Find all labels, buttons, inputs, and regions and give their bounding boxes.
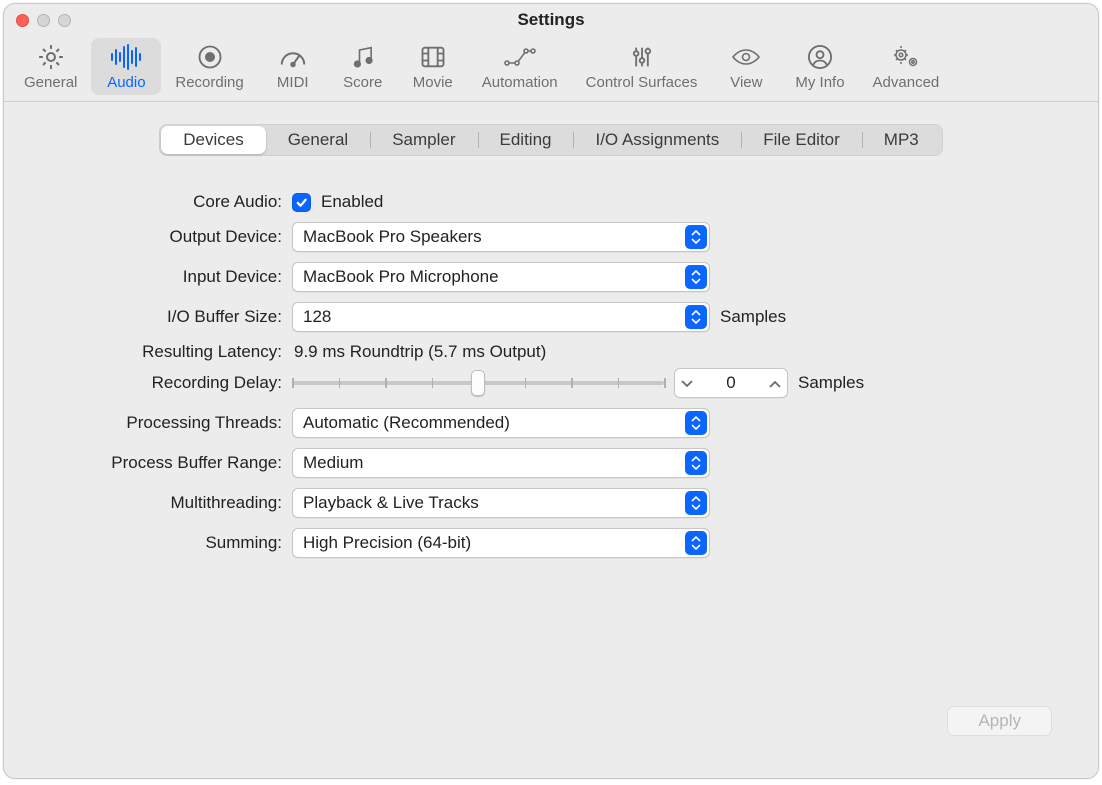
toolbar-label: View	[730, 74, 762, 91]
toolbar-item-movie[interactable]: Movie	[398, 38, 468, 95]
content-area: Devices General Sampler Editing I/O Assi…	[4, 102, 1098, 778]
processing-threads-select[interactable]: Automatic (Recommended)	[292, 408, 710, 438]
subtab-file-editor[interactable]: File Editor	[741, 126, 862, 154]
process-buffer-range-select[interactable]: Medium	[292, 448, 710, 478]
input-device-select[interactable]: MacBook Pro Microphone	[292, 262, 710, 292]
toolbar-item-recording[interactable]: Recording	[161, 38, 257, 95]
select-arrows-icon	[685, 225, 707, 249]
settings-window: Settings General	[3, 3, 1099, 779]
toolbar-item-advanced[interactable]: Advanced	[859, 38, 954, 95]
stepper-up-icon[interactable]	[769, 373, 781, 393]
toolbar-label: General	[24, 74, 77, 91]
core-audio-enabled-label: Enabled	[321, 192, 383, 212]
summing-value: High Precision (64-bit)	[303, 533, 471, 553]
subtab-io-assignments[interactable]: I/O Assignments	[573, 126, 741, 154]
titlebar: Settings	[4, 4, 1098, 36]
toolbar-item-general[interactable]: General	[10, 38, 91, 95]
devices-panel: Core Audio: Enabled Output Device: MacBo…	[26, 146, 1076, 756]
recording-delay-slider[interactable]	[292, 370, 664, 396]
audio-subtabs: Devices General Sampler Editing I/O Assi…	[159, 124, 943, 156]
gear-icon	[34, 42, 68, 72]
toolbar-label: Movie	[413, 74, 453, 91]
waveform-icon	[109, 42, 143, 72]
summing-label: Summing:	[66, 533, 282, 553]
select-arrows-icon	[685, 451, 707, 475]
input-device-value: MacBook Pro Microphone	[303, 267, 499, 287]
gauge-icon	[276, 42, 310, 72]
multithreading-select[interactable]: Playback & Live Tracks	[292, 488, 710, 518]
toolbar-item-score[interactable]: Score	[328, 38, 398, 95]
record-icon	[193, 42, 227, 72]
process-buffer-range-value: Medium	[303, 453, 363, 473]
output-device-label: Output Device:	[66, 227, 282, 247]
film-icon	[416, 42, 450, 72]
samples-suffix: Samples	[798, 373, 864, 393]
recording-delay-label: Recording Delay:	[66, 373, 282, 393]
recording-delay-stepper[interactable]: 0	[674, 368, 788, 398]
recording-delay-value: 0	[711, 373, 751, 393]
notes-icon	[346, 42, 380, 72]
apply-button[interactable]: Apply	[947, 706, 1052, 736]
toolbar-item-audio[interactable]: Audio	[91, 38, 161, 95]
toolbar-label: Score	[343, 74, 382, 91]
toolbar-label: My Info	[795, 74, 844, 91]
person-icon	[803, 42, 837, 72]
io-buffer-size-label: I/O Buffer Size:	[66, 307, 282, 327]
toolbar-item-control-surfaces[interactable]: Control Surfaces	[572, 38, 712, 95]
toolbar-item-my-info[interactable]: My Info	[781, 38, 858, 95]
samples-suffix: Samples	[720, 307, 786, 327]
toolbar-item-automation[interactable]: Automation	[468, 38, 572, 95]
io-buffer-size-select[interactable]: 128	[292, 302, 710, 332]
gears-icon	[889, 42, 923, 72]
process-buffer-range-label: Process Buffer Range:	[66, 453, 282, 473]
input-device-label: Input Device:	[66, 267, 282, 287]
summing-select[interactable]: High Precision (64-bit)	[292, 528, 710, 558]
toolbar-label: Recording	[175, 74, 243, 91]
subtab-general[interactable]: General	[266, 126, 370, 154]
select-arrows-icon	[685, 305, 707, 329]
toolbar-label: Automation	[482, 74, 558, 91]
automation-icon	[503, 42, 537, 72]
io-buffer-size-value: 128	[303, 307, 331, 327]
toolbar-label: MIDI	[277, 74, 309, 91]
output-device-value: MacBook Pro Speakers	[303, 227, 482, 247]
eye-icon	[729, 42, 763, 72]
stepper-down-icon[interactable]	[681, 373, 693, 393]
output-device-select[interactable]: MacBook Pro Speakers	[292, 222, 710, 252]
core-audio-label: Core Audio:	[66, 192, 282, 212]
resulting-latency-label: Resulting Latency:	[66, 342, 282, 362]
select-arrows-icon	[685, 411, 707, 435]
toolbar-label: Control Surfaces	[586, 74, 698, 91]
toolbar-label: Audio	[107, 74, 145, 91]
subtab-mp3[interactable]: MP3	[862, 126, 941, 154]
preferences-toolbar: General Audio	[4, 36, 1098, 102]
select-arrows-icon	[685, 265, 707, 289]
multithreading-label: Multithreading:	[66, 493, 282, 513]
toolbar-item-view[interactable]: View	[711, 38, 781, 95]
multithreading-value: Playback & Live Tracks	[303, 493, 479, 513]
subtab-sampler[interactable]: Sampler	[370, 126, 477, 154]
resulting-latency-value: 9.9 ms Roundtrip (5.7 ms Output)	[292, 342, 546, 362]
processing-threads-label: Processing Threads:	[66, 413, 282, 433]
window-title: Settings	[4, 10, 1098, 30]
select-arrows-icon	[685, 491, 707, 515]
core-audio-checkbox[interactable]	[292, 193, 311, 212]
toolbar-item-midi[interactable]: MIDI	[258, 38, 328, 95]
processing-threads-value: Automatic (Recommended)	[303, 413, 510, 433]
sliders-icon	[625, 42, 659, 72]
subtab-devices[interactable]: Devices	[161, 126, 265, 154]
toolbar-label: Advanced	[873, 74, 940, 91]
subtab-editing[interactable]: Editing	[478, 126, 574, 154]
select-arrows-icon	[685, 531, 707, 555]
